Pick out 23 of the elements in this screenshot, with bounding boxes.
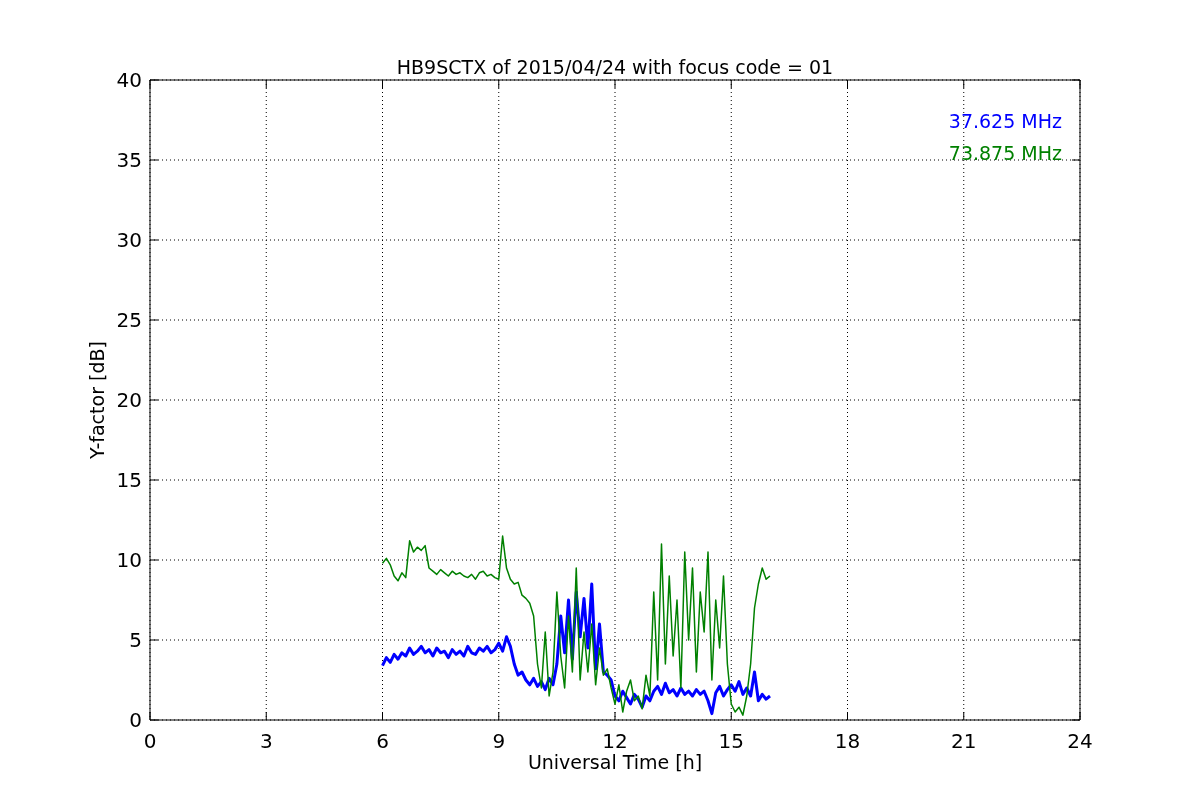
legend-label: 37.625 MHz [948,110,1062,132]
chart-title: HB9SCTX of 2015/04/24 with focus code = 01 [396,56,834,78]
y-tick-label: 40 [116,68,142,92]
x-tick-label: 21 [951,729,977,753]
y-tick-label: 30 [116,228,142,252]
x-tick-label: 15 [718,729,744,753]
x-tick-label: 9 [492,729,506,753]
y-tick-label: 15 [116,468,142,492]
legend-label: 73.875 MHz [948,142,1062,164]
x-axis-label: Universal Time [h] [527,751,703,773]
x-tick-label: 6 [376,729,389,753]
x-tick-label: 3 [259,729,273,753]
y-tick-label: 35 [116,148,142,172]
y-tick-label: 0 [129,708,142,732]
y-axis-label: Y-factor [dB] [86,341,108,459]
x-tick-label: 24 [1067,729,1093,753]
x-tick-label: 18 [834,729,861,753]
y-tick-label: 25 [116,308,142,332]
x-tick-label: 12 [602,729,628,753]
y-tick-label: 5 [129,628,142,652]
y-tick-label: 10 [116,548,142,572]
y-tick-label: 20 [116,388,142,412]
x-tick-label: 0 [143,729,157,753]
